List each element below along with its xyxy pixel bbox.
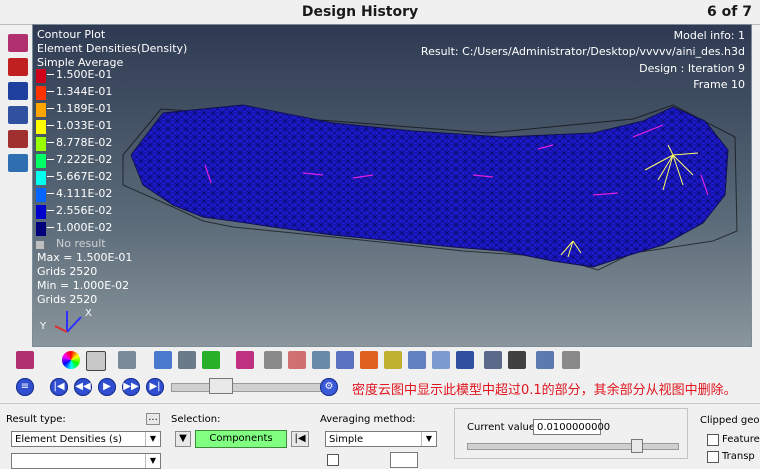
measure-icon[interactable]: [8, 130, 28, 148]
axis-x-label: X: [85, 308, 92, 319]
animation-mode-icon[interactable]: ≡: [16, 378, 34, 396]
current-value-input[interactable]: 0.0100000000: [533, 419, 610, 435]
mesh-body: [130, 104, 729, 268]
result-type-select[interactable]: Element Densities (s) ▼: [11, 431, 161, 447]
curve-icon[interactable]: [236, 351, 254, 369]
selection-reset-button[interactable]: |◀: [291, 431, 309, 447]
vector-plot-icon[interactable]: [8, 82, 28, 100]
feature-label: Feature: [722, 434, 760, 445]
split-cube-icon[interactable]: [178, 351, 196, 369]
window-title: Design History: [301, 4, 419, 20]
chevron-down-icon: ▼: [421, 432, 436, 446]
result-type-label: Result type:: [6, 414, 66, 425]
deformed-plot-icon[interactable]: [8, 58, 28, 76]
averaging-method-select[interactable]: Simple ▼: [325, 431, 437, 447]
chevron-down-icon: ▼: [145, 454, 160, 468]
frame-icon[interactable]: [432, 351, 450, 369]
annotate-icon[interactable]: [484, 351, 502, 369]
contour-plot-icon[interactable]: [8, 34, 28, 52]
next-frame-icon[interactable]: ▶▶: [122, 378, 140, 396]
cut-icon[interactable]: [508, 351, 526, 369]
results-panel: Result type: ... Element Densities (s) ▼…: [0, 403, 760, 469]
prev-frame-icon[interactable]: ◀◀: [74, 378, 92, 396]
selection-label: Selection:: [171, 414, 221, 425]
averaging-option-checkbox[interactable]: [327, 454, 339, 466]
selection-dropdown-button[interactable]: ▼: [175, 431, 191, 447]
legend-icon[interactable]: [202, 351, 220, 369]
probe-icon[interactable]: [312, 351, 330, 369]
graphics-viewport[interactable]: Contour Plot Element Densities(Density) …: [32, 24, 752, 347]
left-toolbar: [4, 34, 30, 178]
mesh-cube-icon[interactable]: [86, 351, 106, 371]
result-type-value: Element Densities (s): [15, 434, 123, 445]
solid-cube-icon[interactable]: [118, 351, 136, 369]
tensor-plot-icon[interactable]: [8, 106, 28, 124]
averaging-method-label: Averaging method:: [320, 414, 416, 425]
current-value-slider[interactable]: [467, 443, 679, 450]
wire-icon[interactable]: [264, 351, 282, 369]
title-bar: Design History 6 of 7: [0, 0, 760, 25]
mirror-icon[interactable]: [154, 351, 172, 369]
contour-toolbar-icon[interactable]: [16, 351, 34, 369]
result-type-more-button[interactable]: ...: [146, 413, 160, 425]
averaging-method-value: Simple: [329, 434, 364, 445]
note-icon[interactable]: [384, 351, 402, 369]
current-value-group: Current value: 0.0100000000: [454, 408, 688, 459]
page-indicator: 6 of 7: [707, 4, 752, 20]
current-value-label: Current value:: [467, 422, 539, 433]
frame-slider[interactable]: [171, 383, 323, 392]
results-toolbar: [6, 348, 706, 372]
section-icon[interactable]: [288, 351, 306, 369]
model-mesh: [54, 104, 738, 333]
current-value-slider-thumb[interactable]: [631, 439, 643, 453]
first-frame-icon[interactable]: |◀: [50, 378, 68, 396]
clipped-geometry-label: Clipped geom: [700, 415, 760, 426]
chevron-down-icon: ▼: [145, 432, 160, 446]
measure-tool-icon[interactable]: [456, 351, 474, 369]
box-icon[interactable]: [536, 351, 554, 369]
color-wheel-icon[interactable]: [62, 351, 80, 369]
annotation-note: 密度云图中显示此模型中超过0.1的部分，其余部分从视图中删除。: [352, 383, 737, 398]
averaging-option-field[interactable]: [390, 452, 418, 468]
tracking-icon[interactable]: [408, 351, 426, 369]
settings-gear-icon[interactable]: ⚙: [320, 378, 338, 396]
play-icon[interactable]: ▶: [98, 378, 116, 396]
axis-triad: [54, 311, 82, 333]
result-subtype-select[interactable]: ▼: [11, 453, 161, 469]
transparent-checkbox[interactable]: [707, 451, 719, 463]
animation-toolbar: ≡ |◀ ◀◀ ▶ ▶▶ ▶| ⚙ 密度云图中显示此模型中超过0.1的部分，其余…: [6, 375, 756, 399]
ruler-icon[interactable]: [360, 351, 378, 369]
last-frame-icon[interactable]: ▶|: [146, 378, 164, 396]
feature-checkbox[interactable]: [707, 434, 719, 446]
frame-slider-thumb[interactable]: [209, 378, 234, 394]
transparent-label: Transp: [722, 451, 755, 462]
iso-icon[interactable]: [336, 351, 354, 369]
axis-y-label: Y: [40, 321, 47, 332]
screen-display-icon[interactable]: [8, 154, 28, 172]
light-icon[interactable]: [562, 351, 580, 369]
selection-components-button[interactable]: Components: [195, 430, 287, 448]
